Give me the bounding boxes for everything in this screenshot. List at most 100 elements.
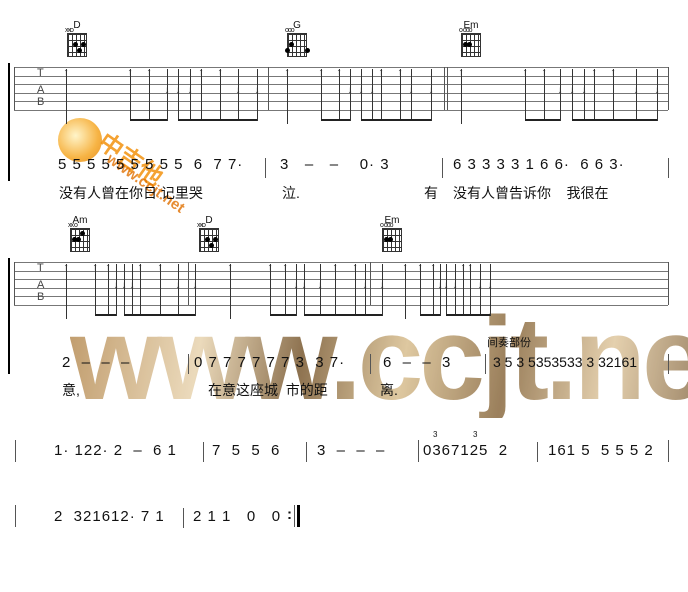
guitar-tab-sheet: www.ccjt.net 中吉他 www.ccjt.net 5 5 5 5 5 … [0, 0, 688, 592]
beam [178, 119, 201, 121]
beam [304, 314, 335, 316]
finger-dot [72, 237, 77, 242]
lyric: 在意这座城 市的距 [208, 382, 328, 398]
beam [124, 314, 140, 316]
notation-measure: 2 1 1 0 0 [193, 508, 282, 525]
finger-dot [289, 42, 294, 47]
tab-letter: T [37, 67, 44, 79]
note-stem [178, 264, 179, 316]
note-stem [132, 264, 133, 316]
beam [270, 314, 296, 316]
note-stem [220, 69, 221, 121]
note-stem [594, 69, 595, 121]
bar-line [444, 67, 445, 110]
beam [572, 119, 594, 121]
beam [381, 119, 431, 121]
finger-dot [213, 237, 218, 242]
note-stem [350, 69, 351, 121]
finger-dot [205, 237, 210, 242]
tab-letter: B [37, 96, 45, 108]
beam [361, 119, 381, 121]
note-stem [160, 264, 161, 316]
staff-line [14, 287, 668, 289]
note-stem [287, 69, 288, 124]
note-stem [544, 69, 545, 121]
note-stem [304, 264, 305, 316]
note-stem [296, 264, 297, 316]
note-stem [381, 69, 382, 121]
beam [594, 119, 657, 121]
note-stem [361, 69, 362, 121]
note-stem [455, 264, 456, 316]
note-stem [572, 69, 573, 121]
triplet-mark: 3 [473, 430, 478, 439]
note-stem [339, 69, 340, 121]
system-bracket [8, 63, 10, 181]
note-stem [405, 264, 406, 319]
lyric: 意, [62, 382, 80, 398]
note-stem [560, 69, 561, 121]
note-stem [195, 264, 196, 316]
finger-dot [467, 42, 472, 47]
note-stem [461, 69, 462, 124]
note-stem [66, 69, 67, 124]
note-stem [400, 69, 401, 121]
notation-measure: 7 5 5 6 [212, 442, 281, 459]
beam [95, 314, 116, 316]
finger-dot [388, 237, 393, 242]
interlude-label: 间奏部份 [487, 337, 531, 349]
note-stem [433, 264, 434, 316]
beam [335, 314, 382, 316]
staff-line [14, 279, 668, 281]
bar-line [268, 67, 269, 110]
lyric: 泣. [282, 185, 300, 201]
notation-measure: 2 321612· 7 1 [54, 508, 165, 525]
note-stem [420, 264, 421, 316]
note-stem [140, 264, 141, 316]
finger-dot [305, 48, 310, 53]
finger-dot [209, 243, 214, 248]
bar-line [668, 67, 669, 110]
note-stem [657, 69, 658, 121]
triplet-mark: 3 [433, 430, 438, 439]
bar-line [14, 67, 15, 110]
note-stem [230, 264, 231, 319]
chord-name: D [73, 20, 81, 31]
beam [446, 314, 463, 316]
staff-line [14, 270, 668, 272]
note-stem [124, 264, 125, 316]
note-stem [480, 264, 481, 316]
finger-dot [73, 42, 78, 47]
finger-dot [77, 48, 82, 53]
notation-measure: 2 – – – [62, 354, 131, 371]
bar-line [188, 262, 189, 305]
tab-letter: A [37, 279, 45, 291]
notation-measure: 1· 122· 2 – 6 1 [54, 442, 177, 459]
finger-dot [80, 231, 85, 236]
beam [140, 314, 195, 316]
note-stem [636, 69, 637, 121]
beam [321, 119, 350, 121]
notation-measure: 5 5 5 5 5 5 5 5 5 6 7 7· [58, 156, 244, 173]
tab-letter: B [37, 291, 45, 303]
note-stem [382, 264, 383, 316]
note-stem [490, 264, 491, 316]
note-stem [116, 264, 117, 316]
system-bracket [8, 258, 10, 374]
notation-measure: 3 – – 0· 3 [280, 156, 390, 173]
note-stem [66, 264, 67, 319]
chord-name: D [205, 215, 213, 226]
staff-line [14, 101, 668, 103]
beam [463, 314, 490, 316]
lyric: 离. [380, 382, 398, 398]
notation-measure: 6 – – 3 [383, 354, 452, 371]
staff-line [14, 296, 668, 298]
bar-line [447, 67, 448, 110]
repeat-dots: : [287, 506, 292, 523]
notation-measure: 3 5 3 5353533 3 32161 [493, 354, 638, 370]
note-stem [584, 69, 585, 121]
tab-letter: A [37, 84, 45, 96]
note-stem [95, 264, 96, 316]
note-stem [365, 264, 366, 316]
note-stem [335, 264, 336, 316]
